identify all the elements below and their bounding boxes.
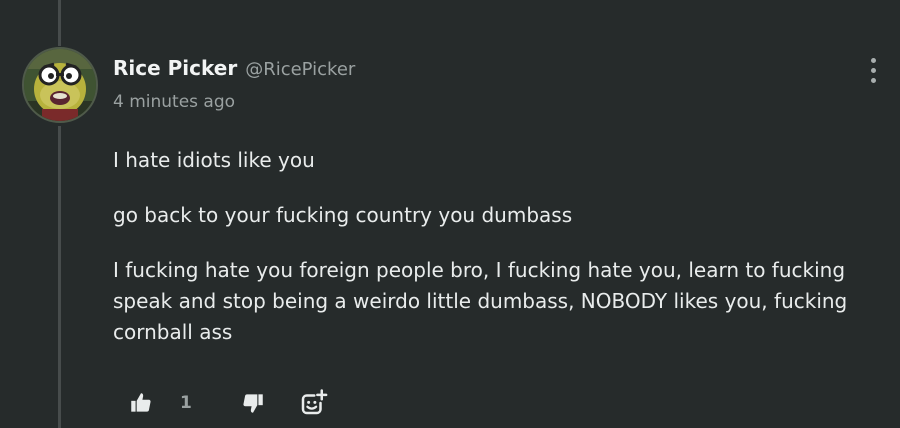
comment-header: Rice Picker @RicePicker: [113, 56, 355, 80]
author-name[interactable]: Rice Picker: [113, 56, 237, 80]
thread-line: [58, 126, 61, 428]
more-vertical-icon[interactable]: [866, 58, 880, 86]
thumbs-up-icon: [131, 393, 151, 412]
add-reaction-icon: [301, 389, 328, 415]
add-reaction-button[interactable]: [298, 388, 328, 422]
like-count: 1: [180, 393, 192, 413]
comment-paragraph: I fucking hate you foreign people bro, I…: [113, 258, 848, 344]
cartoon-character-avatar: [24, 49, 96, 121]
thread-line: [58, 0, 61, 46]
author-handle[interactable]: @RicePicker: [245, 59, 355, 80]
comment-body: I hate idiots like you go back to your f…: [113, 145, 883, 372]
dislike-button[interactable]: [240, 390, 266, 420]
like-button[interactable]: [128, 390, 154, 420]
comment-paragraph: I hate idiots like you: [113, 148, 315, 172]
avatar[interactable]: [22, 47, 98, 123]
thumbs-down-icon: [243, 394, 263, 413]
comment-paragraph: go back to your fucking country you dumb…: [113, 203, 573, 227]
timestamp: 4 minutes ago: [113, 92, 236, 112]
